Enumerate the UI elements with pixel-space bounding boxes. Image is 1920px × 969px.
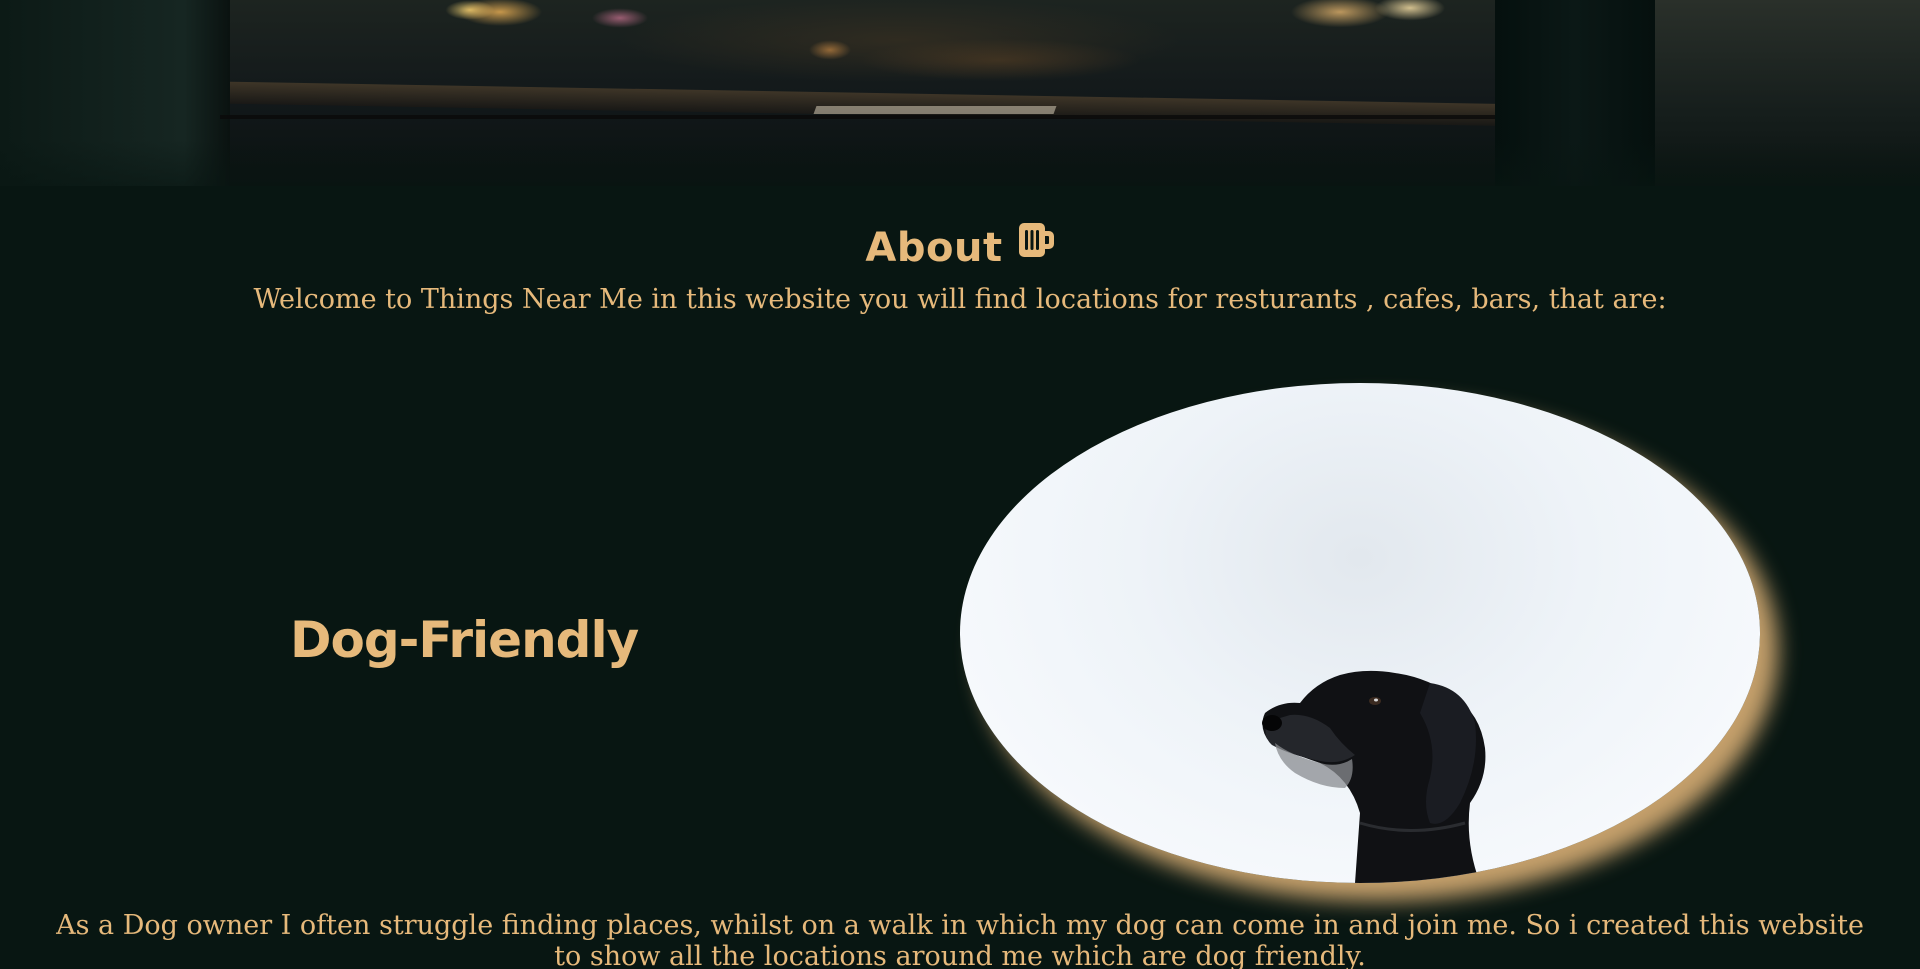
about-heading-text: About — [865, 225, 1003, 271]
hero-menu-card — [813, 106, 1057, 114]
story-paragraph: As a Dog owner I often struggle finding … — [56, 910, 1864, 969]
dog-illustration — [1262, 670, 1486, 883]
about-intro: Welcome to Things Near Me in this websit… — [253, 284, 1667, 315]
feature-title: Dog-Friendly — [290, 611, 639, 669]
hero-banner-image — [0, 0, 1920, 186]
about-heading: About — [0, 220, 1920, 278]
dog-photo — [960, 383, 1760, 883]
beer-mug-icon — [1017, 218, 1055, 274]
hero-bottom-fade — [0, 140, 1920, 186]
